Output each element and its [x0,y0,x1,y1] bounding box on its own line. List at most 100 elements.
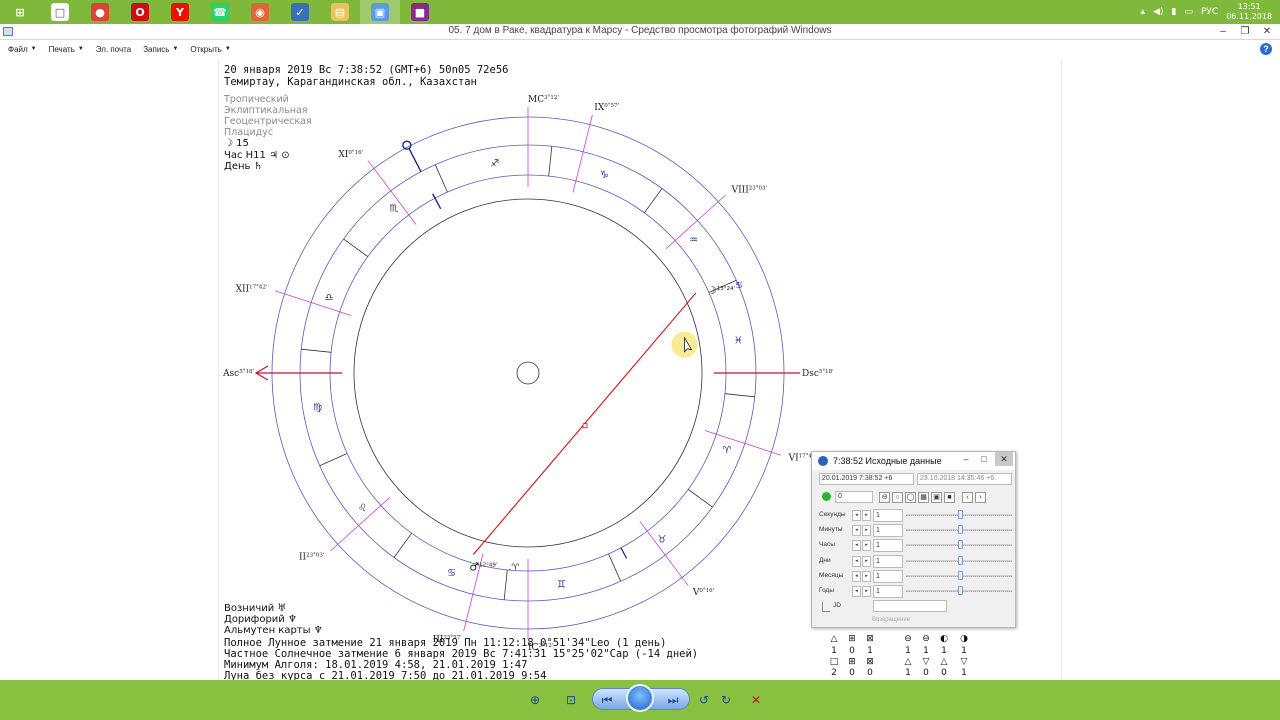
taskbar-start-button[interactable]: ⊞ [0,0,40,24]
next-icon[interactable]: ⏭ [662,692,684,708]
slider-thumb[interactable] [958,570,963,580]
battery-icon[interactable]: ▭ [1184,7,1193,17]
taskbar-photos-button[interactable]: ▣ [360,0,400,24]
previous-icon[interactable]: ⏮ [596,692,618,708]
tray-chevron-icon[interactable]: ▴ [1141,7,1146,17]
step-value-field[interactable]: 1 [873,509,903,522]
prev-icon[interactable]: ‹ [962,492,973,503]
increment-icon[interactable]: ▸ [862,586,871,597]
step-spinner[interactable]: ◂ ▸ [852,510,872,521]
sign-boundary [548,146,553,177]
step-counter-field[interactable]: 0 [835,491,873,503]
taskbar-chrome-button[interactable]: ● [80,0,120,24]
step-spinner[interactable]: ◂ ▸ [852,586,872,597]
jd-checkbox[interactable] [822,602,830,612]
actual-size-icon[interactable]: ⊡ [562,692,580,708]
screen-icon[interactable]: ▣ [931,492,942,503]
taskbar-app7-button[interactable]: ✓ [280,0,320,24]
sign-boundary [503,569,508,600]
step-label: Часы [819,541,835,549]
next-icon[interactable]: › [975,492,986,503]
current-datetime-field[interactable]: 23.10.2018 14:35:46 +6 [917,473,1012,485]
step-slider[interactable] [906,525,1012,535]
aspect-glyph-icon: ◑ [960,634,968,644]
step-value-field[interactable]: 1 [873,585,903,598]
step-spinner[interactable]: ◂ ▸ [852,555,872,567]
close-button[interactable]: ✕ [1256,24,1278,40]
taskbar-file-button[interactable]: □ [40,0,80,24]
taskbar-opera-button[interactable]: O [120,0,160,24]
aspect-counts: △ 1 □ 2 ⊞ 0 ⊞ 0 ⊠ 1 ⊠ 0 ⊖ 1 △ 1 ⊖ 1 ▽ 0 ◐ 1 △ 0 ◑ 1 ▽ 1 [818,634,978,680]
step-spinner[interactable]: ◂ ▸ [852,525,872,537]
help-icon[interactable]: ? [1260,43,1272,55]
volume-icon[interactable]: ◀) [1153,7,1163,17]
decrement-icon[interactable]: ◂ [852,586,861,597]
aspect-glyph-icon: ◐ [940,634,948,644]
language-indicator[interactable]: РУС [1201,7,1218,17]
step-slider[interactable] [906,555,1012,565]
taskbar-explorer-button[interactable]: ▤ [320,0,360,24]
step-label: Минуты [819,526,843,534]
dialog-close-button[interactable]: ✕ [995,452,1013,466]
app6-icon: ◉ [251,3,269,21]
moon-day: ☽ 15 [224,138,249,149]
step-value-field[interactable]: 1 [873,539,903,553]
increment-icon[interactable]: ▸ [862,555,871,567]
slider-thumb[interactable] [958,525,963,535]
calendar-icon[interactable]: ▦ [918,492,929,503]
increment-icon[interactable]: ▸ [862,510,871,521]
step-row: Часы ◂ ▸ 1 [819,539,1015,553]
step-slider[interactable] [906,586,1012,595]
step-spinner[interactable]: ◂ ▸ [852,540,872,552]
house-label: Dsc5°18' [802,369,834,379]
circle-large-icon[interactable]: ◯ [905,492,916,503]
step-value-field[interactable]: 1 [873,554,903,568]
step-value-field[interactable]: 1 [873,524,903,538]
increment-icon[interactable]: ▸ [862,540,871,552]
dialog-maximize-button[interactable]: □ [975,452,993,466]
menu-label: Печать [48,44,75,54]
taskbar-whatsapp-button[interactable]: ☎ [200,0,240,24]
jd-input[interactable] [873,600,947,612]
network-icon[interactable]: ▮ [1172,7,1177,17]
circle-small-icon[interactable]: ○ [892,492,903,503]
increment-icon[interactable]: ▸ [862,570,871,582]
taskbar-yandex-button[interactable]: Y [160,0,200,24]
decrement-icon[interactable]: ◂ [852,555,861,567]
step-slider[interactable] [906,510,1012,519]
menu-item-3[interactable]: Запись ▼ [143,45,178,54]
restore-button[interactable]: ❐ [1234,24,1256,40]
datetime-field[interactable]: 20.01.2019 7:38:52 +6 [819,473,914,485]
menu-item-0[interactable]: Файл ▼ [8,45,37,54]
clock[interactable]: 13:51 06.11.2018 [1226,2,1272,22]
increment-icon[interactable]: ▸ [862,525,871,537]
slideshow-button[interactable] [626,684,654,712]
decrement-icon[interactable]: ◂ [852,570,861,582]
minimize-button[interactable]: – [1212,24,1234,40]
menu-item-4[interactable]: Открыть ▼ [190,45,230,54]
slider-thumb[interactable] [958,555,963,565]
reset-icon[interactable]: ⊖ [879,492,890,503]
menu-item-1[interactable]: Печать ▼ [49,45,84,54]
step-slider[interactable] [906,540,1012,550]
initial-data-dialog[interactable]: 7:38:52 Исходные данные – □ ✕ 20.01.2019… [811,451,1016,628]
save-icon[interactable]: ■ [944,492,955,503]
run-indicator-icon[interactable] [822,492,831,501]
slider-thumb[interactable] [958,586,963,595]
delete-icon[interactable]: ✕ [748,692,764,708]
dialog-minimize-button[interactable]: – [957,452,975,466]
taskbar-app10-button[interactable]: ■ [400,0,440,24]
zoom-icon[interactable]: ⊕ [524,692,546,708]
step-value-field[interactable]: 1 [873,569,903,583]
slider-thumb[interactable] [958,510,963,519]
decrement-icon[interactable]: ◂ [852,510,861,521]
step-slider[interactable] [906,570,1012,580]
step-spinner[interactable]: ◂ ▸ [852,570,872,582]
rotate-right-icon[interactable]: ↻ [718,692,734,708]
menu-item-2[interactable]: Эл. почта [96,45,131,54]
decrement-icon[interactable]: ◂ [852,525,861,537]
slider-thumb[interactable] [958,540,963,550]
rotate-left-icon[interactable]: ↺ [696,692,712,708]
decrement-icon[interactable]: ◂ [852,540,861,552]
taskbar-app6-button[interactable]: ◉ [240,0,280,24]
